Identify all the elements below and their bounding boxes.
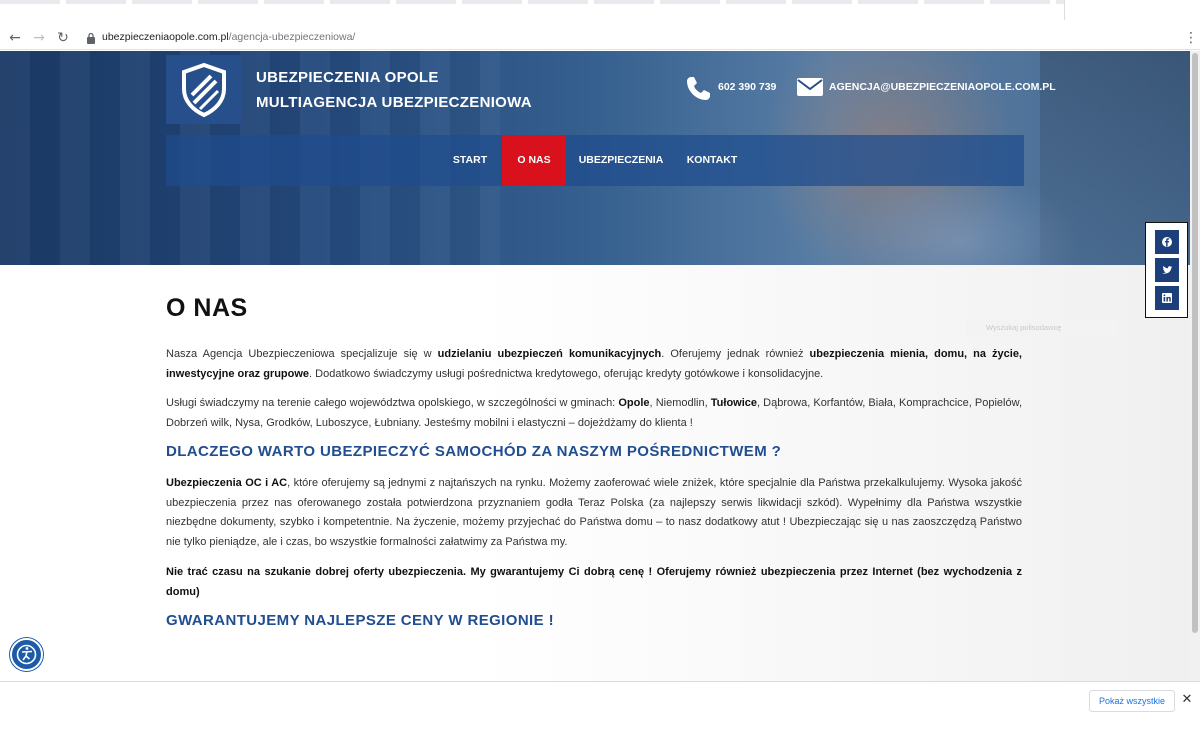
- main-nav: START O NAS UBEZPIECZENIA KONTAKT: [166, 135, 1024, 186]
- scrollbar-thumb[interactable]: [1192, 53, 1198, 633]
- shield-logo-icon: [182, 62, 226, 118]
- lock-icon: [87, 32, 95, 44]
- back-arrow-icon[interactable]: ←: [6, 29, 24, 47]
- car-paragraph: Ubezpieczenia OC i AC, które oferujemy s…: [166, 477, 1022, 548]
- brand-name[interactable]: UBEZPIECZENIA OPOLE: [256, 69, 439, 86]
- main-content: O NAS Wyszukaj polisodawcę Nasza Agencja…: [0, 265, 1190, 681]
- accessibility-icon: [16, 644, 37, 665]
- forward-arrow-icon[interactable]: →: [30, 29, 48, 47]
- page-scrollbar[interactable]: [1190, 51, 1200, 681]
- phone-number[interactable]: 602 390 739: [718, 81, 776, 93]
- logo[interactable]: [166, 55, 242, 124]
- brand-tagline[interactable]: MULTIAGENCJA UBEZPIECZENIOWA: [256, 94, 532, 111]
- new-tab-area[interactable]: [1064, 0, 1200, 20]
- address-bar[interactable]: ubezpieczeniaopole.com.pl/agencja-ubezpi…: [78, 28, 1078, 48]
- close-icon[interactable]: ✕: [1180, 693, 1194, 707]
- downloads-bar: Pokaż wszystkie ✕: [0, 681, 1200, 750]
- tab-strip: [0, 0, 1200, 26]
- area-paragraph: Usługi świadczymy na terenie całego woje…: [166, 397, 1023, 429]
- menu-kebab-icon[interactable]: ⋮: [1184, 29, 1198, 47]
- hero-header: UBEZPIECZENIA OPOLE MULTIAGENCJA UBEZPIE…: [0, 51, 1190, 265]
- browser-toolbar: ← → ↻ ubezpieczeniaopole.com.pl/agencja-…: [0, 26, 1200, 50]
- nav-ubezpieczenia[interactable]: UBEZPIECZENIA: [574, 135, 668, 186]
- social-share-bar: [1145, 222, 1188, 318]
- offer-paragraph: Nie trać czasu na szukanie dobrej oferty…: [166, 566, 1022, 598]
- twitter-icon[interactable]: [1155, 258, 1179, 282]
- nav-o-nas[interactable]: O NAS: [502, 135, 566, 186]
- email-address[interactable]: AGENCJA@UBEZPIECZENIAOPOLE.COM.PL: [829, 81, 1056, 93]
- accessibility-button[interactable]: [10, 638, 43, 671]
- section-heading-prices: GWARANTUJEMY NAJLEPSZE CENY W REGIONIE !: [166, 612, 554, 629]
- intro-paragraph: Nasza Agencja Ubezpieczeniowa specjalizu…: [166, 348, 1022, 380]
- nav-kontakt[interactable]: KONTAKT: [680, 135, 744, 186]
- envelope-icon[interactable]: [796, 77, 824, 97]
- page-title: O NAS: [166, 294, 248, 322]
- facebook-icon[interactable]: [1155, 230, 1179, 254]
- linkedin-icon[interactable]: [1155, 286, 1179, 310]
- nav-start[interactable]: START: [442, 135, 498, 186]
- url-text: ubezpieczeniaopole.com.pl/agencja-ubezpi…: [102, 31, 356, 43]
- search-input[interactable]: Wyszukaj polisodawcę: [966, 320, 1118, 336]
- show-all-downloads-button[interactable]: Pokaż wszystkie: [1089, 690, 1175, 712]
- reload-icon[interactable]: ↻: [54, 29, 72, 47]
- tab-strip-tabs[interactable]: [0, 0, 1064, 4]
- section-heading-car: DLACZEGO WARTO UBEZPIECZYĆ SAMOCHÓD ZA N…: [166, 443, 782, 460]
- phone-icon[interactable]: [686, 75, 712, 101]
